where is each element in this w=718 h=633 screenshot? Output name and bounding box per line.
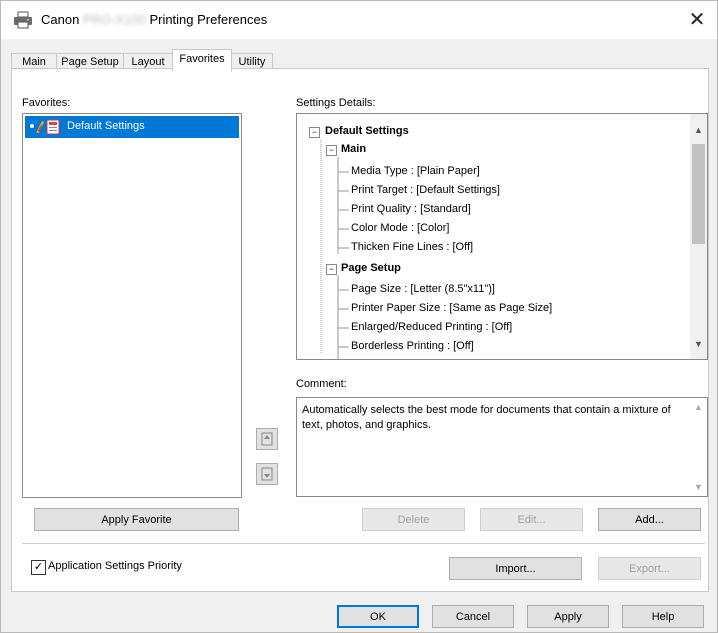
tree-leaf[interactable]: Media Type : [Plain Paper]: [351, 165, 480, 177]
tree-leaf[interactable]: Page Size : [Letter (8.5"x11")]: [351, 283, 495, 295]
title-bar: Canon PRO-X100 Printing Preferences ✕: [1, 1, 717, 39]
window-title: Canon PRO-X100 Printing Preferences: [41, 12, 268, 27]
tree-leaf[interactable]: Borderless Printing : [Off]: [351, 340, 474, 352]
tree-node-main[interactable]: Main: [341, 143, 366, 155]
collapse-page-setup[interactable]: −: [326, 264, 337, 275]
tab-favorites[interactable]: Favorites: [172, 49, 232, 71]
printer-icon: [14, 11, 32, 29]
printing-preferences-window: Canon PRO-X100 Printing Preferences ✕ Ma…: [0, 0, 718, 633]
scrollbar-thumb[interactable]: [692, 144, 705, 244]
import-button[interactable]: Import...: [449, 557, 582, 580]
apply-favorite-button[interactable]: Apply Favorite: [34, 508, 239, 531]
add-button[interactable]: Add...: [598, 508, 701, 531]
tree-node-page-setup[interactable]: Page Setup: [341, 262, 401, 274]
comment-scroll-up-icon[interactable]: ▲: [690, 402, 707, 412]
comment-scrollbar[interactable]: ▲ ▼: [690, 398, 707, 496]
tree-leaf[interactable]: Color Mode : [Color]: [351, 222, 449, 234]
tree-node-default-settings[interactable]: Default Settings: [325, 125, 409, 137]
edit-button[interactable]: Edit...: [480, 508, 583, 531]
application-settings-priority-checkbox[interactable]: ✓: [31, 560, 46, 575]
collapse-default-settings[interactable]: −: [309, 127, 320, 138]
comment-text: Automatically selects the best mode for …: [302, 404, 671, 431]
move-up-icon: [261, 432, 273, 446]
delete-button[interactable]: Delete: [362, 508, 465, 531]
tree-leaf[interactable]: Print Quality : [Standard]: [351, 203, 471, 215]
model-name-blurred: PRO-X100: [82, 12, 146, 27]
comment-label: Comment:: [296, 378, 347, 390]
comment-box[interactable]: Automatically selects the best mode for …: [296, 397, 708, 497]
export-button[interactable]: Export...: [598, 557, 701, 580]
separator: [22, 543, 705, 544]
favorites-list[interactable]: Default Settings: [22, 113, 242, 498]
settings-details-label: Settings Details:: [296, 97, 376, 109]
favorites-item-default-settings[interactable]: Default Settings: [25, 116, 239, 138]
close-button[interactable]: ✕: [683, 7, 711, 33]
comment-scroll-down-icon[interactable]: ▼: [690, 482, 707, 492]
tree-leaf[interactable]: Printer Paper Size : [Same as Page Size]: [351, 302, 552, 314]
apply-button[interactable]: Apply: [527, 605, 609, 628]
move-up-button[interactable]: [256, 428, 278, 450]
tree-leaf[interactable]: Enlarged/Reduced Printing : [Off]: [351, 321, 512, 333]
scroll-up-arrow-icon[interactable]: ▲: [690, 122, 707, 139]
tree-leaf[interactable]: Thicken Fine Lines : [Off]: [351, 241, 473, 253]
favorite-settings-icon: [30, 119, 60, 135]
scroll-down-arrow-icon[interactable]: ▼: [690, 336, 707, 353]
cancel-button[interactable]: Cancel: [432, 605, 514, 628]
move-down-icon: [261, 467, 273, 481]
ok-button[interactable]: OK: [337, 605, 419, 628]
collapse-main[interactable]: −: [326, 145, 337, 156]
tree-leaf[interactable]: Print Target : [Default Settings]: [351, 184, 500, 196]
settings-details-tree[interactable]: − Default Settings − Main Media Type : […: [296, 113, 708, 360]
application-settings-priority-label[interactable]: Application Settings Priority: [48, 560, 182, 572]
help-button[interactable]: Help: [622, 605, 704, 628]
details-scrollbar[interactable]: ▲ ▼: [690, 114, 707, 359]
favorites-label: Favorites:: [22, 97, 71, 109]
favorite-item-label: Default Settings: [67, 120, 145, 132]
move-down-button[interactable]: [256, 463, 278, 485]
